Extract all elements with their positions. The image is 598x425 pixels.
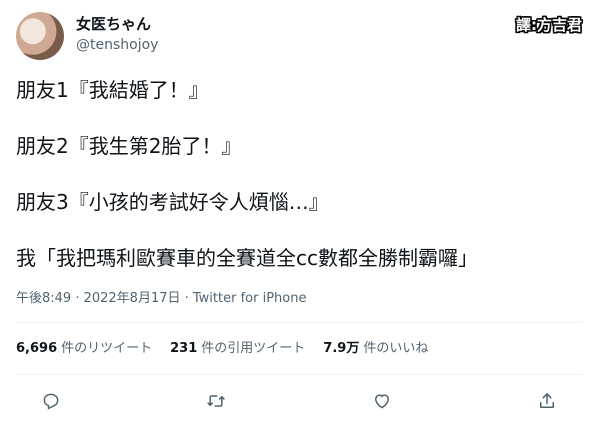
- divider: [16, 374, 582, 375]
- avatar[interactable]: [16, 12, 64, 60]
- retweet-label: 件のリツイート: [61, 341, 153, 356]
- translator-watermark: 譯:方吉君: [516, 16, 582, 34]
- like-button[interactable]: [369, 388, 395, 414]
- reply-icon: [43, 393, 59, 410]
- engagement-stats: 6,696 件のリツイート 231 件の引用ツイート 7.9万 件のいいね: [16, 340, 446, 358]
- like-icon: [374, 394, 389, 409]
- share-icon: [539, 393, 554, 408]
- quote-stat[interactable]: 231 件の引用ツイート: [170, 340, 305, 358]
- tweet-timestamp[interactable]: 午後8:49 · 2022年8月17日 · Twitter for iPhone: [16, 290, 306, 308]
- retweet-stat[interactable]: 6,696 件のリツイート: [16, 340, 152, 358]
- like-stat[interactable]: 7.9万 件のいいね: [323, 340, 428, 358]
- retweet-button[interactable]: [203, 388, 229, 414]
- tweet-line: 朋友1『我結婚了！』: [16, 78, 209, 102]
- author-display-name[interactable]: 女医ちゃん: [76, 14, 151, 34]
- divider: [16, 322, 582, 323]
- like-label: 件のいいね: [363, 341, 429, 356]
- tweet-line: 朋友3『小孩的考試好令人煩惱…』: [16, 190, 329, 214]
- retweet-icon: [207, 395, 225, 407]
- tweet-line: 朋友2『我生第2胎了！』: [16, 134, 242, 158]
- author-handle[interactable]: @tenshojoy: [76, 36, 158, 54]
- quote-count: 231: [170, 341, 198, 356]
- tweet-line: 我「我把瑪利歐賽車的全賽道全cc數都全勝制霸囉」: [16, 246, 478, 270]
- retweet-count: 6,696: [16, 341, 58, 356]
- share-button[interactable]: [534, 388, 560, 414]
- quote-label: 件の引用ツイート: [201, 341, 306, 356]
- reply-button[interactable]: [38, 388, 64, 414]
- action-bar: [38, 388, 560, 414]
- like-count: 7.9万: [323, 341, 360, 356]
